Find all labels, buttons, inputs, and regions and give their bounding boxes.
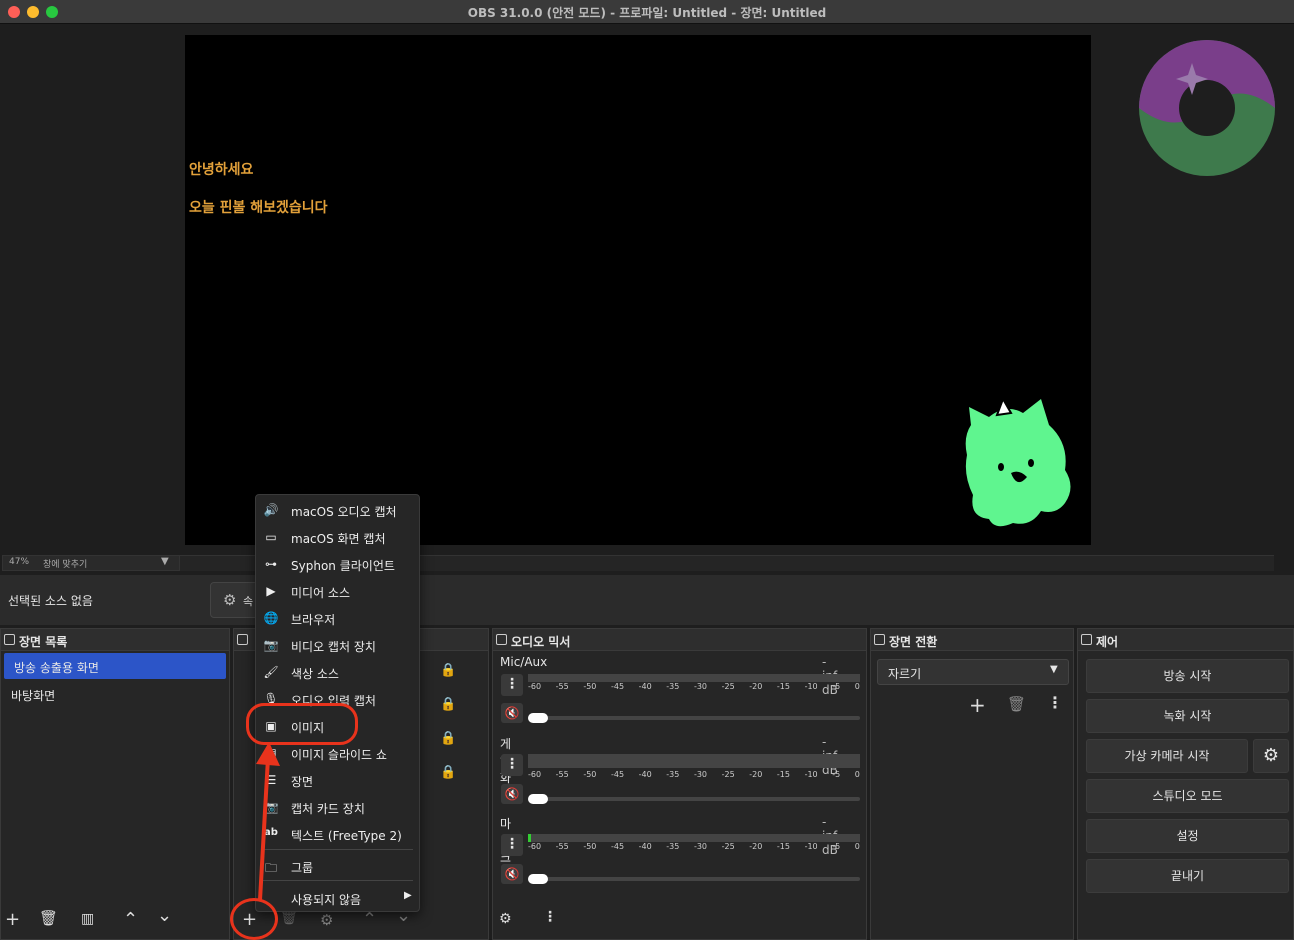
start-recording-button[interactable]: 녹화 시작 (1086, 699, 1289, 733)
paintbrush-icon: 🖌 (263, 665, 279, 679)
menu-item-color-source[interactable]: 🖌 색상 소스 (256, 659, 421, 686)
mute-icon[interactable]: 🔇 (501, 864, 523, 884)
scene-item[interactable]: 방송 송출용 화면 (4, 653, 226, 679)
properties-button[interactable]: ⚙ 속 (210, 582, 260, 618)
volume-knob[interactable] (528, 713, 548, 723)
channel-menu-button[interactable]: ⋮ (501, 754, 523, 776)
monitor-icon: ▭ (265, 530, 277, 544)
title-bar: OBS 31.0.0 (안전 모드) - 프로파일: Untitled - 장면… (0, 0, 1294, 24)
dock-float-icon[interactable] (237, 634, 248, 645)
lock-icon[interactable]: 🔒 (440, 731, 456, 746)
gear-icon: ⚙ (223, 591, 237, 609)
volume-knob[interactable] (528, 874, 548, 884)
dock-float-icon[interactable] (4, 634, 15, 645)
zoom-mode: 창에 맞추기 (43, 560, 88, 570)
camera-icon: 📷 (263, 638, 279, 652)
no-source-label: 선택된 소스 없음 (8, 594, 93, 608)
more-options-icon[interactable]: ⋮ (1047, 693, 1063, 712)
lock-icon[interactable]: 🔒 (440, 697, 456, 712)
properties-label: 속 (243, 595, 254, 608)
dock-float-icon[interactable] (496, 634, 507, 645)
gear-icon[interactable]: ⚙ (499, 911, 512, 927)
scenes-title: 장면 목록 (19, 635, 68, 649)
channel-name: Mic/Aux (500, 655, 548, 669)
chevron-down-icon[interactable]: ▼ (161, 556, 169, 567)
menu-item-macos-audio-capture[interactable]: 🔊 macOS 오디오 캡처 (256, 497, 421, 524)
meter-ticks: -60 -55 -50 -45 -40 -35 -30 -25 -20 -15 -10 -5 0 (528, 682, 860, 691)
settings-button[interactable]: 설정 (1086, 819, 1289, 853)
zoom-bar: 47% 창에 맞추기 ▼ (0, 555, 1294, 571)
filter-icon[interactable]: ▥ (81, 911, 94, 927)
controls-title: 제어 (1096, 635, 1119, 649)
gamepad-icon: ⊶ (265, 557, 277, 571)
mascot-image (965, 396, 1071, 527)
move-down-button[interactable]: ⌄ (157, 905, 172, 926)
speaker-icon: 🔊 (263, 503, 279, 517)
trash-icon[interactable]: 🗑 (1007, 695, 1026, 713)
volume-meter (528, 674, 860, 682)
meter-level (528, 834, 531, 842)
preview-text-greeting: 안녕하세요 (189, 162, 254, 178)
channel-menu-button[interactable]: ⋮ (501, 834, 523, 856)
menu-item-syphon-client[interactable]: ⊶ Syphon 클라이언트 (256, 551, 421, 578)
transition-select[interactable]: 자르기 ▼ (877, 659, 1069, 685)
dock-float-icon[interactable] (874, 634, 885, 645)
scene-item[interactable]: 바탕화면 (1, 681, 229, 707)
channel-menu-button[interactable]: ⋮ (501, 674, 523, 696)
lock-icon[interactable]: 🔒 (440, 663, 456, 678)
zoom-control[interactable]: 47% 창에 맞추기 ▼ (2, 555, 180, 571)
volume-knob[interactable] (528, 794, 548, 804)
exit-button[interactable]: 끝내기 (1086, 859, 1289, 893)
preview-canvas[interactable]: 안녕하세요 오늘 핀볼 해보겠습니다 (185, 35, 1091, 545)
menu-item-browser[interactable]: 🌐 브라우저 (256, 605, 421, 632)
transitions-dock: 장면 전환 자르기 ▼ + 🗑 ⋮ (870, 628, 1074, 940)
zoom-percent: 47% (9, 557, 30, 567)
volume-meter (528, 834, 860, 842)
move-up-button[interactable]: ⌃ (123, 909, 138, 930)
start-virtual-camera-button[interactable]: 가상 카메라 시작 (1086, 739, 1248, 773)
annotation-highlight-image (246, 703, 358, 745)
menu-item-media-source[interactable]: ▶ 미디어 소스 (256, 578, 421, 605)
preview-area[interactable]: 안녕하세요 오늘 핀볼 해보겠습니다 (0, 25, 1294, 555)
trash-icon[interactable]: 🗑 (280, 910, 298, 926)
source-context-bar: 선택된 소스 없음 ⚙ 속 (0, 575, 1294, 625)
menu-item-macos-screen-capture[interactable]: ▭ macOS 화면 캡처 (256, 524, 421, 551)
scenes-dock: 장면 목록 방송 송출용 화면 바탕화면 + 🗑 ▥ ⌃ ⌄ (0, 628, 230, 940)
transitions-title: 장면 전환 (889, 635, 938, 649)
menu-separator (262, 849, 413, 850)
volume-slider[interactable] (528, 877, 860, 881)
volume-slider[interactable] (528, 716, 860, 720)
preview-text-pinball: 오늘 핀볼 해보겠습니다 (189, 200, 328, 216)
start-streaming-button[interactable]: 방송 시작 (1086, 659, 1289, 693)
window-title: OBS 31.0.0 (안전 모드) - 프로파일: Untitled - 장면… (467, 6, 827, 20)
globe-icon: 🌐 (263, 611, 279, 625)
chevron-right-icon: ▶ (404, 890, 412, 901)
meter-ticks: -60 -55 -50 -45 -40 -35 -30 -25 -20 -15 -10 -5 0 (528, 842, 860, 851)
obs-logo-watermark (1139, 40, 1275, 176)
annotation-highlight-add-button (230, 898, 278, 940)
mixer-title: 오디오 믹서 (511, 635, 571, 649)
move-up-button[interactable]: ⌃ (362, 909, 377, 930)
more-options-icon[interactable]: ⋮ (543, 909, 557, 925)
dock-float-icon[interactable] (1081, 634, 1092, 645)
transition-selected: 자르기 (888, 667, 922, 681)
annotation-arrow (256, 742, 280, 900)
studio-mode-button[interactable]: 스튜디오 모드 (1086, 779, 1289, 813)
play-icon: ▶ (266, 584, 276, 598)
mute-icon[interactable]: 🔇 (501, 703, 523, 723)
add-scene-button[interactable]: + (5, 909, 20, 930)
add-transition-button[interactable]: + (969, 693, 986, 717)
mute-icon[interactable]: 🔇 (501, 784, 523, 804)
volume-meter (528, 754, 860, 768)
trash-icon[interactable]: 🗑 (39, 909, 58, 927)
volume-slider[interactable] (528, 797, 860, 801)
menu-separator (262, 880, 413, 881)
gear-icon[interactable]: ⚙ (320, 911, 333, 929)
gear-icon[interactable]: ⚙ (1253, 739, 1289, 773)
lock-icon[interactable]: 🔒 (440, 765, 456, 780)
menu-item-video-capture-device[interactable]: 📷 비디오 캡처 장치 (256, 632, 421, 659)
meter-ticks: -60 -55 -50 -45 -40 -35 -30 -25 -20 -15 -10 -5 0 (528, 770, 860, 779)
chevron-down-icon: ▼ (1050, 664, 1058, 675)
